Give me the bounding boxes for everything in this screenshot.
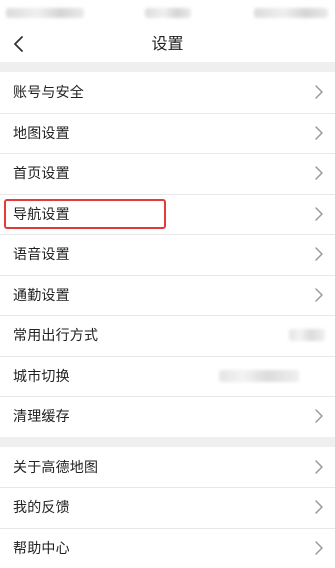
settings-item-label: 通勤设置 (13, 285, 70, 305)
settings-item-feedback[interactable]: 我的反馈 (0, 487, 335, 528)
chevron-right-icon (313, 165, 325, 181)
chevron-right-icon (313, 499, 325, 515)
settings-item-label: 关于高德地图 (13, 457, 98, 477)
settings-item-account-security[interactable]: 账号与安全 (0, 72, 335, 113)
city-value-obscured (219, 370, 299, 382)
settings-item-travel-mode[interactable]: 常用出行方式 (0, 315, 335, 356)
settings-item-home-settings[interactable]: 首页设置 (0, 153, 335, 194)
status-bar (0, 0, 335, 26)
back-button[interactable] (4, 26, 34, 62)
section-divider (0, 62, 335, 72)
settings-item-label: 地图设置 (13, 123, 70, 143)
settings-group-about: 关于高德地图 我的反馈 帮助中心 (0, 447, 335, 568)
settings-item-label: 我的反馈 (13, 497, 70, 517)
settings-item-help-center[interactable]: 帮助中心 (0, 528, 335, 568)
chevron-right-icon (313, 287, 325, 303)
nav-bar: 设置 (0, 26, 335, 62)
status-bar-right-blur (254, 8, 328, 18)
settings-item-label: 帮助中心 (13, 538, 70, 558)
settings-item-label: 常用出行方式 (13, 325, 98, 345)
page-title: 设置 (0, 26, 335, 62)
chevron-left-icon (13, 35, 25, 53)
chevron-right-icon (313, 540, 325, 556)
settings-item-label: 语音设置 (13, 244, 70, 264)
settings-item-label: 账号与安全 (13, 82, 84, 102)
settings-item-map-settings[interactable]: 地图设置 (0, 113, 335, 154)
chevron-right-icon (313, 206, 325, 222)
settings-item-voice-settings[interactable]: 语音设置 (0, 234, 335, 275)
section-divider (0, 437, 335, 447)
settings-item-commute-settings[interactable]: 通勤设置 (0, 275, 335, 316)
chevron-right-icon (313, 246, 325, 262)
chevron-right-icon (313, 84, 325, 100)
settings-group-main: 账号与安全 地图设置 首页设置 导航设置 语音设置 通勤设置 常用出行方式 城市… (0, 72, 335, 437)
settings-item-city-switch[interactable]: 城市切换 (0, 356, 335, 397)
chevron-right-icon (313, 459, 325, 475)
settings-item-label: 导航设置 (13, 204, 70, 224)
travel-mode-value-obscured (289, 329, 325, 341)
settings-item-about[interactable]: 关于高德地图 (0, 447, 335, 488)
settings-item-label: 清理缓存 (13, 406, 70, 426)
settings-item-clear-cache[interactable]: 清理缓存 (0, 396, 335, 437)
chevron-right-icon (313, 408, 325, 424)
settings-item-navigation-settings[interactable]: 导航设置 (0, 194, 335, 235)
settings-item-label: 首页设置 (13, 163, 70, 183)
status-bar-left-blur (6, 8, 84, 18)
status-bar-center-blur (145, 8, 191, 18)
chevron-right-icon (313, 125, 325, 141)
settings-item-label: 城市切换 (13, 366, 70, 386)
